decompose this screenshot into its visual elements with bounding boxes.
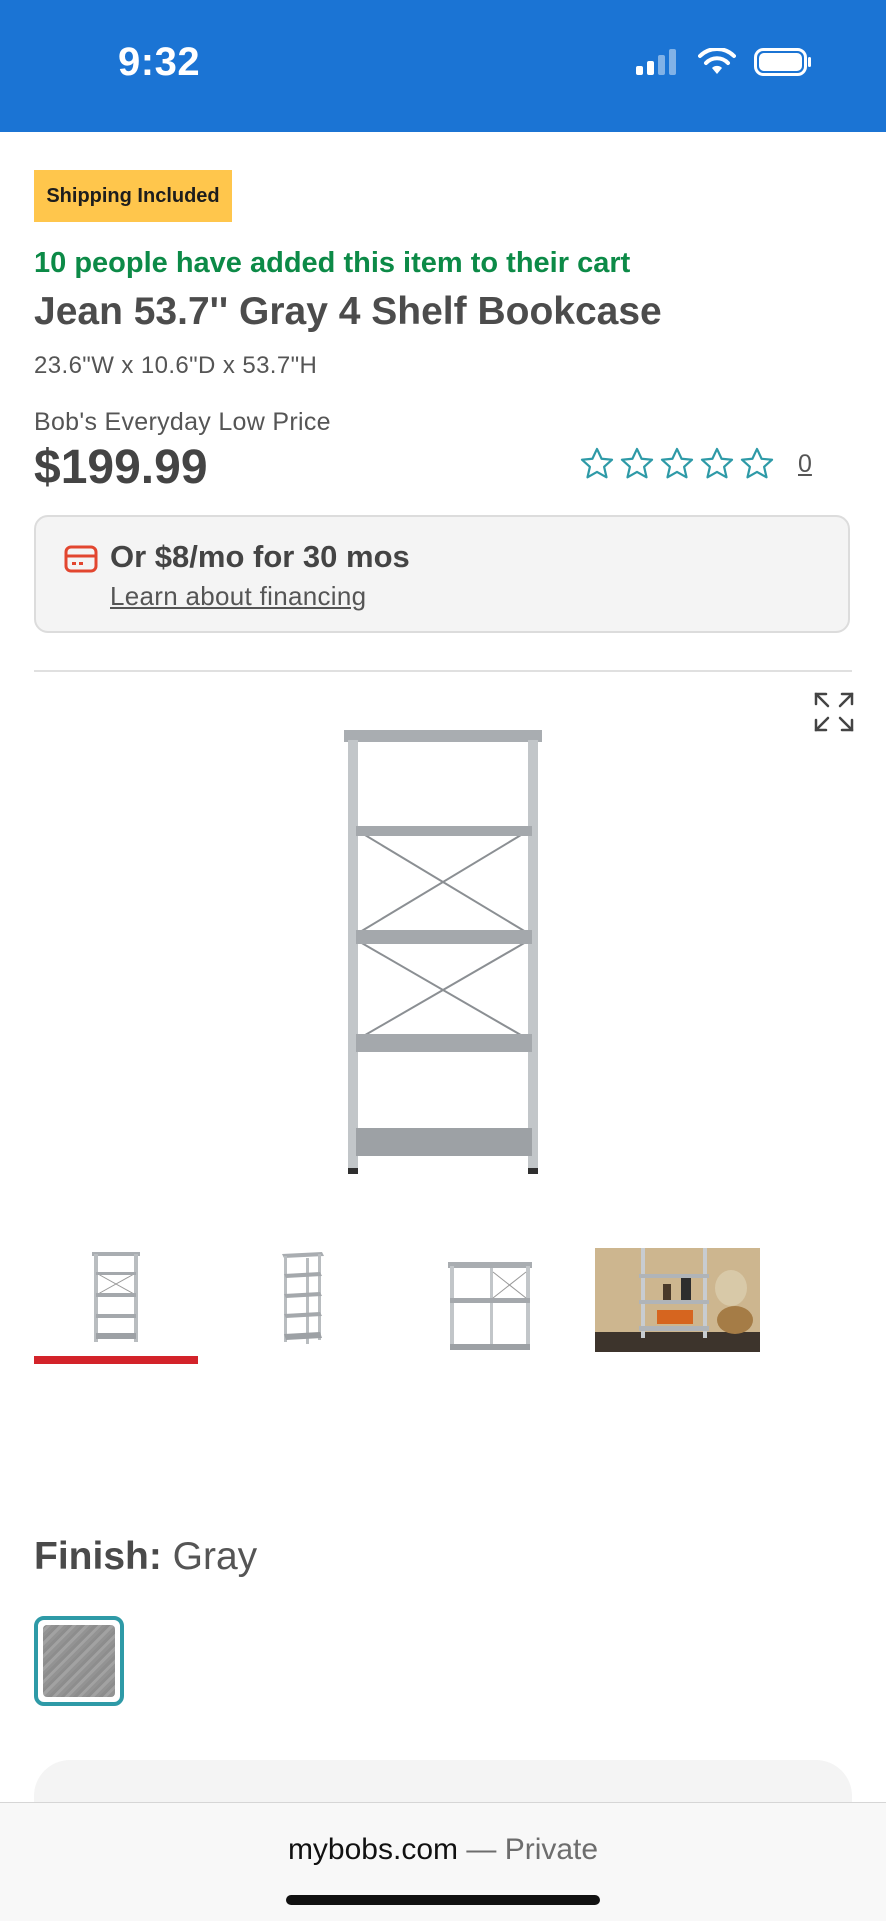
shipping-badge: Shipping Included <box>34 170 232 222</box>
product-price: $199.99 <box>34 441 208 494</box>
battery-icon <box>754 48 811 76</box>
credit-card-icon <box>64 545 98 573</box>
cart-count-message: 10 people have added this item to their … <box>34 247 631 279</box>
url-domain: mybobs.com <box>287 1833 458 1866</box>
financing-offer: Or $8/mo for 30 mos <box>110 539 410 574</box>
thumbnail-angled-view[interactable] <box>278 1248 328 1348</box>
product-main-image[interactable] <box>330 720 560 1180</box>
selected-thumbnail-indicator <box>34 1356 198 1364</box>
url-row[interactable]: mybobs.com — Private <box>0 1833 886 1867</box>
wifi-icon <box>698 48 736 74</box>
financing-box: Or $8/mo for 30 mos Learn about financin… <box>34 515 850 633</box>
browsing-mode: Private <box>504 1833 599 1866</box>
price-label: Bob's Everyday Low Price <box>34 408 331 436</box>
finish-swatch-gray[interactable] <box>34 1616 124 1706</box>
rating[interactable]: 0 <box>578 445 812 483</box>
star-empty-icon <box>700 447 734 479</box>
finish-value: Gray <box>172 1535 258 1578</box>
star-empty-icon <box>740 447 774 479</box>
star-empty-icon <box>620 447 654 479</box>
star-empty-icon <box>580 447 614 479</box>
status-icons <box>636 48 812 76</box>
browser-address-bar[interactable]: mybobs.com — Private <box>0 1802 886 1921</box>
status-bar: 9:32 <box>0 0 886 132</box>
expand-icon[interactable] <box>812 690 856 734</box>
swatch-texture <box>43 1625 115 1697</box>
finish-label: Finish: <box>34 1535 162 1578</box>
home-indicator[interactable] <box>286 1895 600 1905</box>
star-empty-icon <box>660 447 694 479</box>
finish-row: Finish: Gray <box>34 1535 257 1579</box>
url-separator: — <box>466 1833 497 1866</box>
thumbnail-side-view[interactable] <box>446 1260 534 1352</box>
status-time: 9:32 <box>118 40 201 84</box>
product-title: Jean 53.7'' Gray 4 Shelf Bookcase <box>34 290 662 333</box>
signal-icon <box>636 49 676 75</box>
thumbnail-front-view[interactable] <box>88 1248 144 1348</box>
thumbnail-room-scene[interactable] <box>595 1248 760 1352</box>
section-divider <box>34 670 852 672</box>
product-dimensions: 23.6"W x 10.6"D x 53.7"H <box>34 352 318 379</box>
review-count-link[interactable]: 0 <box>798 450 812 479</box>
learn-financing-link[interactable]: Learn about financing <box>110 581 366 612</box>
